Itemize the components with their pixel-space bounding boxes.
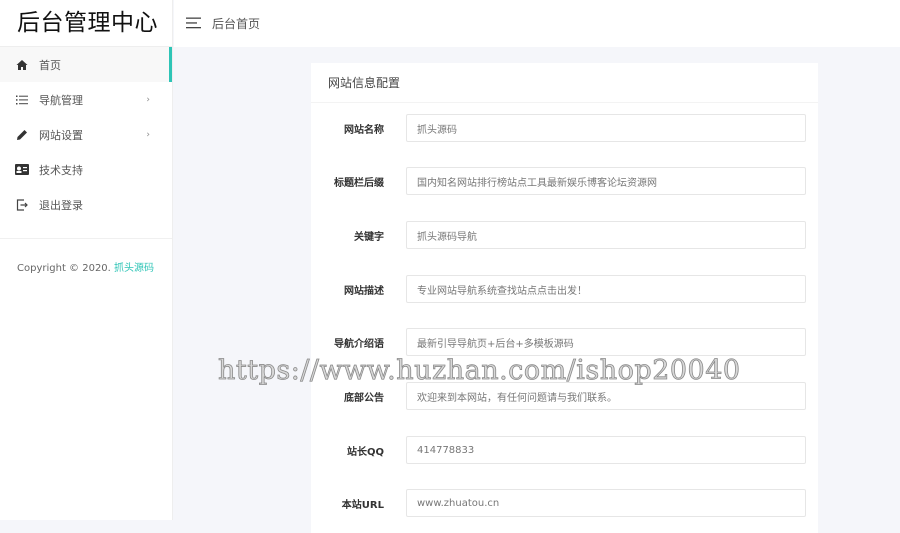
field-label: 网站描述 xyxy=(344,285,384,297)
field-label: 本站URL xyxy=(341,499,384,511)
title-suffix-input[interactable] xyxy=(406,167,806,195)
sidebar: 后台管理中心 首页 导航管理 › 网站设置 › 技术支持 退出登录 Copyri… xyxy=(0,0,173,520)
list-icon xyxy=(15,93,29,107)
copyright-text: Copyright © 2020. xyxy=(17,263,115,274)
field-nav-intro: 导航介绍语 xyxy=(311,328,818,356)
copyright: Copyright © 2020. 抓头源码 xyxy=(0,239,172,274)
site-name-input[interactable] xyxy=(406,114,806,142)
field-description: 网站描述 xyxy=(311,275,818,303)
sidebar-nav: 首页 导航管理 › 网站设置 › 技术支持 退出登录 xyxy=(0,47,172,222)
field-label: 底部公告 xyxy=(344,392,384,404)
card-title: 网站信息配置 xyxy=(311,63,818,103)
copyright-link[interactable]: 抓头源码 xyxy=(114,263,154,274)
sidebar-item-label: 技术支持 xyxy=(39,163,83,177)
nav-intro-input[interactable] xyxy=(406,328,806,356)
top-header: 后台首页 xyxy=(174,0,900,47)
field-title-suffix: 标题栏后缀 xyxy=(311,167,818,195)
chevron-right-icon: › xyxy=(146,94,150,105)
breadcrumb[interactable]: 后台首页 xyxy=(212,15,260,32)
field-admin-qq: 站长QQ xyxy=(311,436,818,464)
id-card-icon xyxy=(15,163,29,177)
sidebar-item-site-settings[interactable]: 网站设置 › xyxy=(0,117,172,152)
footer-notice-input[interactable] xyxy=(406,382,806,410)
sidebar-item-home[interactable]: 首页 xyxy=(0,47,172,82)
field-site-url: 本站URL xyxy=(311,489,818,517)
field-label: 标题栏后缀 xyxy=(334,177,384,189)
sidebar-item-logout[interactable]: 退出登录 xyxy=(0,187,172,222)
menu-toggle-icon[interactable] xyxy=(186,14,202,33)
pencil-icon xyxy=(15,128,29,142)
field-label: 关键字 xyxy=(354,231,384,243)
sidebar-item-label: 网站设置 xyxy=(39,128,83,142)
home-icon xyxy=(15,58,29,72)
sidebar-item-support[interactable]: 技术支持 xyxy=(0,152,172,187)
admin-qq-input[interactable] xyxy=(406,436,806,464)
field-site-name: 网站名称 xyxy=(311,114,818,142)
sidebar-item-label: 导航管理 xyxy=(39,93,83,107)
keywords-input[interactable] xyxy=(406,221,806,249)
field-label: 导航介绍语 xyxy=(334,338,384,350)
app-title: 后台管理中心 xyxy=(0,0,172,47)
logout-icon xyxy=(15,198,29,212)
field-label: 站长QQ xyxy=(346,446,384,458)
field-label: 网站名称 xyxy=(344,124,384,136)
description-input[interactable] xyxy=(406,275,806,303)
site-url-input[interactable] xyxy=(406,489,806,517)
chevron-right-icon: › xyxy=(146,129,150,140)
site-config-card: 网站信息配置 网站名称 标题栏后缀 关键字 网站描述 导航介绍语 底部公告 站长… xyxy=(311,63,818,533)
field-keywords: 关键字 xyxy=(311,221,818,249)
sidebar-item-label: 退出登录 xyxy=(39,198,83,212)
sidebar-item-label: 首页 xyxy=(39,58,61,72)
field-footer-notice: 底部公告 xyxy=(311,382,818,410)
sidebar-item-nav-management[interactable]: 导航管理 › xyxy=(0,82,172,117)
